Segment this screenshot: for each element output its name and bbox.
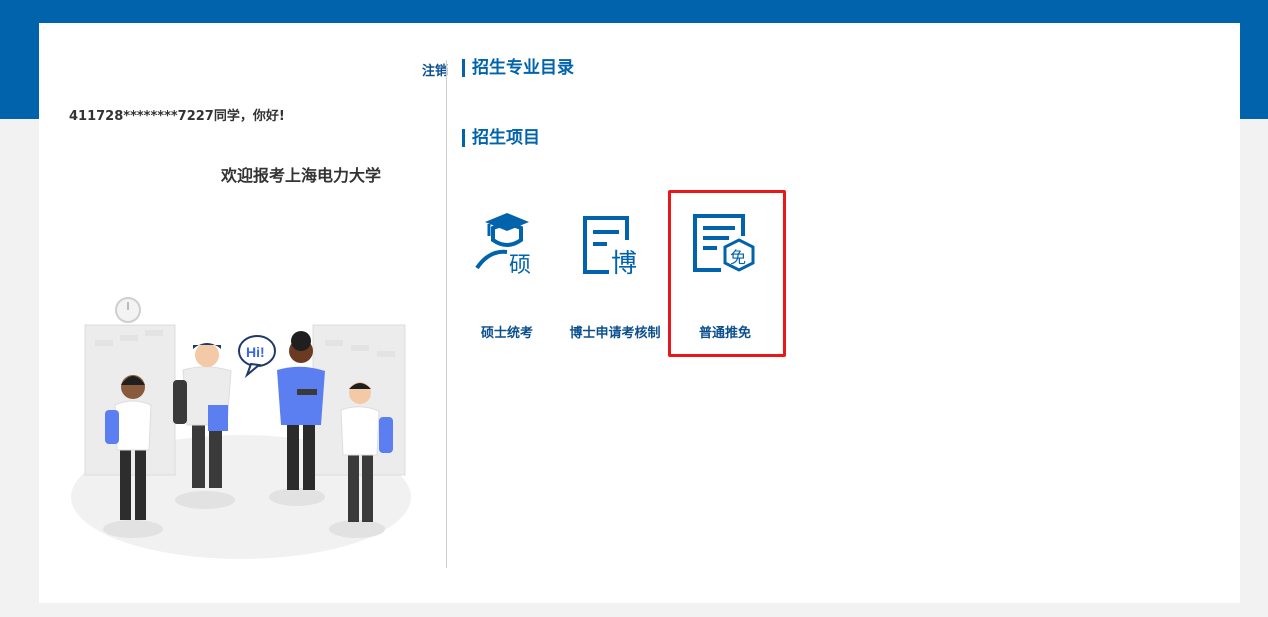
project-label: 硕士统考 [480, 326, 533, 341]
catalog-section-title[interactable]: 招生专业目录 [462, 59, 574, 77]
highlight-box [668, 190, 786, 357]
user-greeting: 411728********7227同学，你好! [69, 109, 285, 124]
welcome-text: 欢迎报考上海电力大学 [221, 166, 382, 185]
svg-text:硕: 硕 [509, 253, 531, 278]
project-doctoral-application[interactable]: 博 博士申请考核制 [560, 210, 670, 350]
students-illustration: Hi! [71, 297, 411, 559]
svg-text:博: 博 [611, 249, 637, 279]
project-label: 博士申请考核制 [569, 326, 661, 341]
vertical-divider [446, 60, 447, 568]
main-card: 注销 411728********7227同学，你好! 欢迎报考上海电力大学 H… [39, 23, 1240, 603]
doctoral-application-icon: 博 [583, 216, 637, 279]
master-exam-icon: 硕 [475, 213, 531, 278]
projects-section-title: 招生项目 [462, 129, 540, 147]
project-master-exam[interactable]: 硕 硕士统考 [452, 210, 562, 350]
hi-text: Hi! [246, 344, 265, 360]
logout-link[interactable]: 注销 [422, 60, 448, 79]
